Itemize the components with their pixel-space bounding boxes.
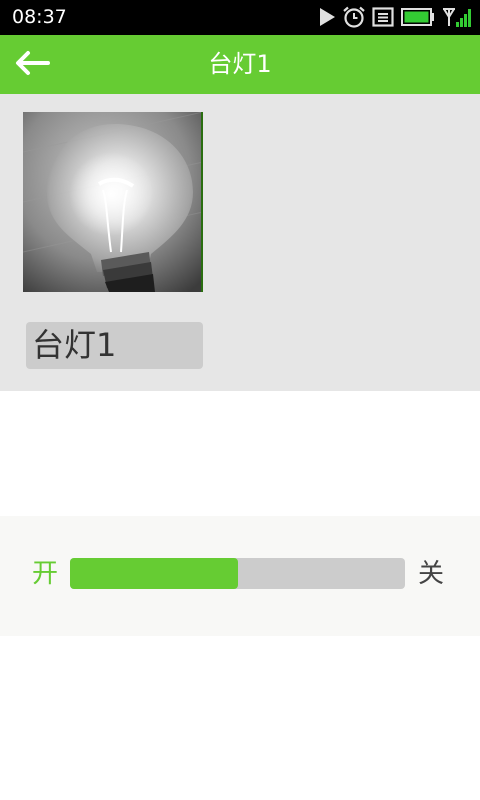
- off-label: 关: [418, 559, 445, 589]
- play-icon: [318, 7, 336, 27]
- alarm-icon: [342, 6, 366, 28]
- device-name-field[interactable]: 台灯1: [26, 322, 203, 369]
- battery-icon: [400, 7, 436, 27]
- light-bulb-image[interactable]: [23, 112, 203, 292]
- device-panel: 台灯1: [0, 94, 480, 391]
- status-bar: 08:37: [0, 0, 480, 35]
- status-time: 08:37: [12, 6, 67, 28]
- back-arrow-icon: [14, 50, 50, 80]
- back-button[interactable]: [10, 45, 54, 85]
- slider-fill: [70, 558, 238, 589]
- app-bar: 台灯1: [0, 35, 480, 94]
- control-panel: 开 关: [0, 516, 480, 636]
- on-off-slider[interactable]: [70, 558, 405, 589]
- notes-icon: [372, 7, 394, 27]
- page-title: 台灯1: [208, 50, 272, 78]
- signal-icon: [442, 6, 472, 28]
- status-icons: [318, 5, 472, 29]
- on-label: 开: [32, 559, 59, 589]
